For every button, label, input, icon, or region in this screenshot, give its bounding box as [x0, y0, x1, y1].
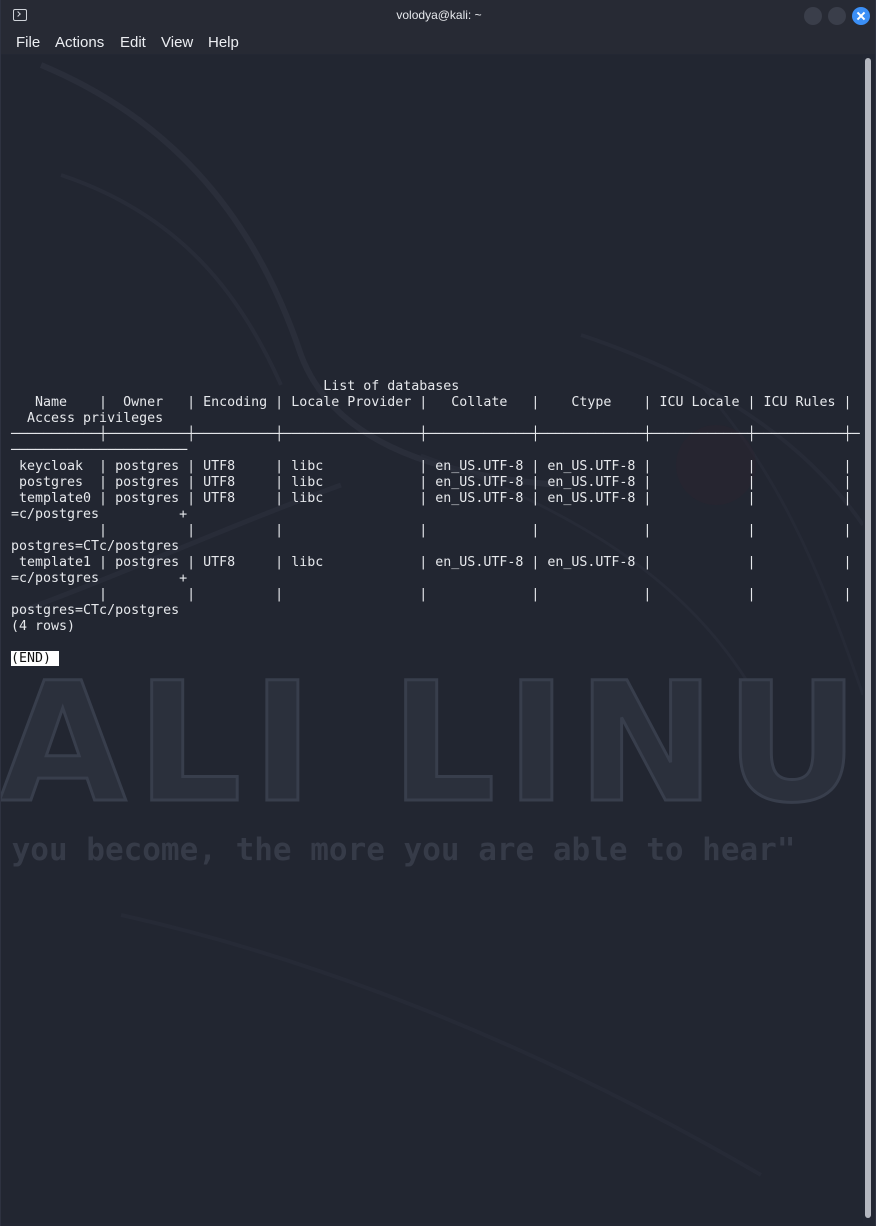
table-row-wrap: postgres=CTc/postgres	[11, 603, 180, 618]
table-row: | | | | | | | |	[11, 523, 852, 538]
terminal-area[interactable]: KALI LINUX "the quieter you become, the …	[1, 55, 863, 1223]
table-header: Name | Owner | Encoding | Locale Provide…	[11, 395, 852, 410]
scrollbar-thumb[interactable]	[865, 58, 871, 1218]
pager-line: (END)	[11, 651, 860, 667]
table-row: template0 | postgres | UTF8 | libc | en_…	[11, 491, 852, 506]
minimize-button[interactable]	[804, 7, 822, 25]
table-row-wrap: =c/postgres +	[11, 507, 188, 522]
cursor	[51, 651, 60, 666]
menu-actions[interactable]: Actions	[55, 34, 104, 51]
table-row: keycloak | postgres | UTF8 | libc | en_U…	[11, 459, 852, 474]
wallpaper-logo-text: KALI LINUX	[1, 647, 863, 839]
maximize-button[interactable]	[828, 7, 846, 25]
menu-help[interactable]: Help	[208, 34, 239, 51]
table-row-wrap: postgres=CTc/postgres	[11, 539, 180, 554]
table-row: postgres | postgres | UTF8 | libc | en_U…	[11, 475, 852, 490]
table-row: | | | | | | | |	[11, 587, 852, 602]
terminal-window: volodya@kali: ~ File Actions Edit View H…	[0, 0, 876, 1226]
title-bar[interactable]: volodya@kali: ~	[1, 0, 875, 32]
menu-file[interactable]: File	[16, 34, 40, 51]
table-separator: ───────────┼──────────┼──────────┼──────…	[11, 427, 860, 442]
table-caption: List of databases	[11, 379, 460, 394]
table-separator-wrap: ──────────────────────	[11, 443, 188, 458]
table-row-wrap: =c/postgres +	[11, 571, 188, 586]
window-title: volodya@kali: ~	[396, 8, 482, 22]
table-header-wrap: Access privileges	[11, 411, 164, 426]
table-row: template1 | postgres | UTF8 | libc | en_…	[11, 555, 852, 570]
menu-edit[interactable]: Edit	[120, 34, 146, 51]
wallpaper-tagline: "the quieter you become, the more you ar…	[1, 832, 796, 868]
menu-bar: File Actions Edit View Help	[1, 32, 875, 54]
menu-view[interactable]: View	[161, 34, 193, 51]
pager-end-prompt: (END)	[11, 651, 52, 666]
row-count: (4 rows)	[11, 619, 76, 634]
terminal-output: List of databases Name | Owner | Encodin…	[11, 315, 860, 667]
close-button[interactable]	[852, 7, 870, 25]
